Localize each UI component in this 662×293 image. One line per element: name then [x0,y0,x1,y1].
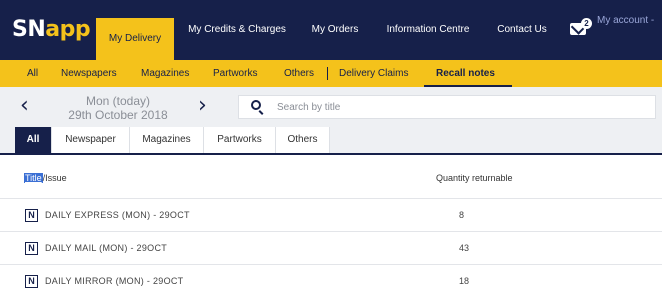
logo-app: app [45,17,91,42]
newspaper-icon: N [25,242,38,255]
search-input[interactable] [277,98,647,116]
date-day-label: Mon (today) [85,94,151,108]
newspaper-icon: N [25,275,38,288]
subnav-magazines[interactable]: Magazines [141,60,189,87]
category-tabs: All Newspaper Magazines Partworks Others [0,127,662,155]
nav-my-orders[interactable]: My Orders [300,0,370,60]
row-quantity: 18 [459,276,470,286]
nav-information-centre[interactable]: Information Centre [372,0,484,60]
column-header-issue: /Issue [42,173,67,183]
row-quantity: 43 [459,243,470,253]
account-label[interactable]: My account - [597,15,654,26]
subnav-recall-notes[interactable]: Recall notes [436,60,495,87]
tab-all[interactable]: All [15,127,52,153]
row-title[interactable]: DAILY MAIL (MON) - 29OCT [45,243,167,253]
subnav-all[interactable]: All [27,60,38,87]
table-row[interactable]: N DAILY MIRROR (MON) - 29OCT 18 [0,265,662,293]
tab-partworks[interactable]: Partworks [204,127,276,153]
logo-sn: SN [12,17,46,42]
sub-navigation-bar: All Newspapers Magazines Partworks Other… [0,60,662,87]
date-full-label: 29th October 2018 [68,108,168,122]
subnav-others[interactable]: Others [284,60,314,87]
nav-my-delivery[interactable]: My Delivery [96,18,174,60]
search-box [238,95,656,119]
column-header-title-sort[interactable]: Title [24,173,43,183]
tab-magazines[interactable]: Magazines [130,127,204,153]
subnav-divider [327,67,328,80]
nav-my-credits-charges[interactable]: My Credits & Charges [176,0,298,60]
chevron-left-icon[interactable]: ‹ [20,95,29,117]
row-quantity: 8 [459,210,465,220]
table-header: Title/Issue Quantity returnable [0,157,662,199]
subnav-delivery-claims[interactable]: Delivery Claims [339,60,408,87]
row-title[interactable]: DAILY MIRROR (MON) - 29OCT [45,276,183,286]
tab-newspaper[interactable]: Newspaper [52,127,130,153]
nav-contact-us[interactable]: Contact Us [486,0,558,60]
table-row[interactable]: N DAILY EXPRESS (MON) - 29OCT 8 [0,199,662,232]
row-title[interactable]: DAILY EXPRESS (MON) - 29OCT [45,210,190,220]
table-row[interactable]: N DAILY MAIL (MON) - 29OCT 43 [0,232,662,265]
search-icon[interactable] [251,100,261,110]
column-header-title[interactable]: Title/Issue [24,173,67,183]
notification-badge: 2 [581,18,592,29]
chevron-right-icon[interactable]: › [198,95,207,117]
snapp-logo[interactable]: SNapp [12,17,91,42]
date-navigation-bar: ‹ Mon (today) 29th October 2018 › [0,87,662,127]
tab-others[interactable]: Others [276,127,330,153]
top-navigation-bar: SNapp My Delivery My Credits & Charges M… [0,0,662,60]
subnav-partworks[interactable]: Partworks [213,60,257,87]
column-header-quantity: Quantity returnable [436,173,513,183]
subnav-newspapers[interactable]: Newspapers [61,60,117,87]
newspaper-icon: N [25,209,38,222]
